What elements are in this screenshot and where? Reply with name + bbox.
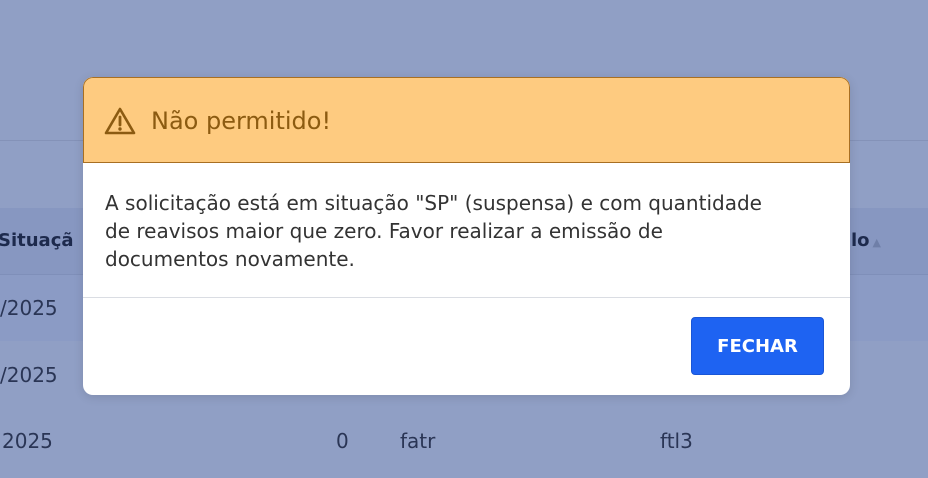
cell-count: 0	[336, 429, 349, 453]
cell-date: /2025	[0, 363, 58, 387]
alert-dialog: Não permitido! A solicitação está em sit…	[83, 77, 850, 395]
cell-user: fatr	[400, 429, 436, 453]
close-button[interactable]: FECHAR	[691, 317, 824, 375]
dialog-message: A solicitação está em situação "SP" (sus…	[105, 191, 762, 271]
warning-icon	[104, 106, 136, 136]
table-row: 2025 0 fatr ftl3	[0, 408, 928, 474]
cell-date: 2025	[2, 429, 53, 453]
dialog-title: Não permitido!	[151, 107, 332, 135]
dialog-divider	[83, 297, 850, 298]
column-header-situacao[interactable]: Situaçã	[0, 208, 74, 274]
sort-icon[interactable]: ▲	[873, 236, 881, 249]
cell-code: ftl3	[660, 429, 693, 453]
cell-date: /2025	[0, 296, 58, 320]
column-header-titulo[interactable]: lo ▲	[851, 208, 881, 276]
dialog-header: Não permitido!	[83, 77, 850, 163]
